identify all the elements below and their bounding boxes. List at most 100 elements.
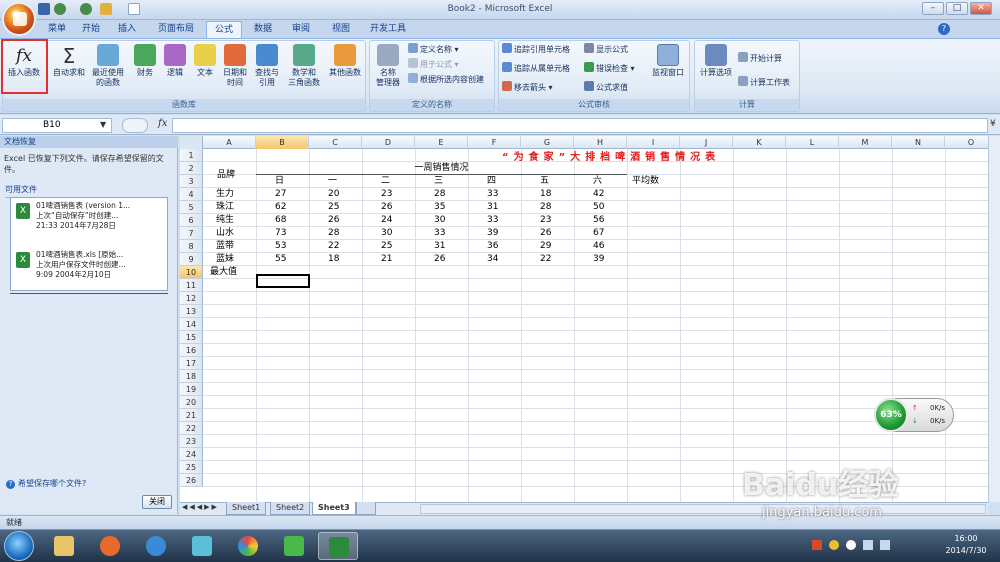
taskbar-clock[interactable]: 16:00 2014/7/30 [936,533,996,557]
recent-functions-button[interactable]: 最近使用 的函数 [88,44,128,100]
cell-layer[interactable]: 1 2 3 4 5 6 7 8 9 10 11 12 13 14 15 16 17 18 19 20 21 22 23 24 2… [180,136,988,502]
cell[interactable]: 39 [577,253,626,266]
cell[interactable]: 五 [524,175,573,188]
start-button[interactable] [4,531,34,561]
cell[interactable]: 28 [524,201,573,214]
insert-sheet-icon[interactable] [356,502,376,515]
row-header[interactable]: 4 [180,188,203,201]
new-icon[interactable] [128,3,140,15]
cell[interactable]: 27 [259,188,308,201]
calc-sheet-button[interactable]: 计算工作表 [738,76,790,89]
cell[interactable]: 62 [259,201,308,214]
cell[interactable]: 26 [418,253,467,266]
show-formulas-button[interactable]: 显示公式 [584,43,628,56]
error-checking-button[interactable]: 错误检查 ▾ [584,62,635,75]
fx-button[interactable]: fx [158,118,167,129]
tray-network-icon[interactable] [862,540,873,550]
pane-close-button[interactable]: 关闭 [142,495,172,509]
row-header[interactable]: 12 [180,292,203,305]
row-header[interactable]: 16 [180,344,203,357]
insert-function-button[interactable]: fx 插入函数 [5,44,43,100]
cell[interactable]: 46 [577,240,626,253]
help-link[interactable]: ? 希望保存哪个文件? [6,478,86,489]
row-header[interactable]: 9 [180,253,203,266]
tab-data[interactable]: 数据 [246,21,280,38]
math-button[interactable]: 数学和 三角函数 [282,44,326,100]
cell[interactable]: 最大值 [206,266,255,279]
taskbar-explorer[interactable] [44,532,84,560]
vertical-scrollbar[interactable] [988,136,1000,502]
minimize-button[interactable]: – [922,2,944,15]
cell[interactable]: 30 [418,214,467,227]
remove-arrows-button[interactable]: 移去箭头 ▾ [502,81,553,94]
taskbar-excel[interactable] [318,532,358,560]
row-header[interactable]: 3 [180,175,203,188]
cell[interactable]: 33 [471,188,520,201]
row-header[interactable]: 14 [180,318,203,331]
row-header[interactable]: 22 [180,422,203,435]
cell[interactable]: 53 [259,240,308,253]
cell[interactable]: 25 [365,240,414,253]
create-from-selection-button[interactable]: 根据所选内容创建 [408,73,484,86]
close-button[interactable]: ✕ [970,2,992,15]
cell[interactable]: 33 [471,214,520,227]
cell[interactable]: 36 [471,240,520,253]
cell[interactable]: 67 [577,227,626,240]
tray-qq-icon[interactable] [828,540,839,550]
trace-dependents-button[interactable]: 追踪从属单元格 [502,62,570,75]
cell[interactable]: 23 [365,188,414,201]
row-header[interactable]: 6 [180,214,203,227]
formula-bar-toggle[interactable] [122,118,148,133]
tray-s-icon[interactable] [812,540,822,550]
formula-input[interactable] [172,118,988,133]
row-header[interactable]: 8 [180,240,203,253]
recovered-file-item[interactable]: X 01啤酒销售表.xls [原始... 上次用户保存文件时创建... 9:09… [14,250,164,286]
cell[interactable]: 50 [577,201,626,214]
row-header[interactable]: 13 [180,305,203,318]
cell[interactable]: 33 [418,227,467,240]
cell[interactable]: 39 [471,227,520,240]
cell[interactable]: 35 [418,201,467,214]
cell[interactable]: 26 [365,201,414,214]
tab-home[interactable]: 开始 [74,21,108,38]
sheet-tab[interactable]: Sheet2 [270,502,311,515]
row-header[interactable]: 18 [180,370,203,383]
cell[interactable]: 55 [259,253,308,266]
taskbar-iqiyi[interactable] [274,532,314,560]
cell[interactable]: 31 [471,201,520,214]
row-header[interactable]: 24 [180,448,203,461]
tab-view[interactable]: 视图 [324,21,358,38]
system-tray[interactable] [812,540,932,554]
office-button[interactable] [2,2,36,36]
evaluate-formula-button[interactable]: 公式求值 [584,81,628,94]
cell[interactable]: 30 [365,227,414,240]
cell[interactable]: 34 [471,253,520,266]
cell[interactable]: 平均数 [630,175,679,188]
row-header[interactable]: 1 [180,149,203,162]
cell[interactable]: 纯生 [206,214,255,227]
cell[interactable]: 28 [312,227,361,240]
selected-cell[interactable] [256,274,310,288]
cell[interactable]: 18 [312,253,361,266]
cell[interactable]: 24 [365,214,414,227]
name-box-dropdown-icon[interactable]: ▼ [100,120,106,129]
tray-volume-icon[interactable] [879,540,890,550]
cell[interactable]: 25 [312,201,361,214]
cell[interactable]: 22 [524,253,573,266]
use-in-formula-button[interactable]: 用于公式 ▾ [408,58,459,71]
tab-menu[interactable]: 菜单 [40,21,74,38]
trace-precedents-button[interactable]: 追踪引用单元格 [502,43,570,56]
cell[interactable]: 珠江 [206,201,255,214]
taskbar-media-player[interactable] [90,532,130,560]
row-header[interactable]: 25 [180,461,203,474]
redo-icon[interactable] [80,3,92,15]
row-header[interactable]: 17 [180,357,203,370]
cell[interactable]: 生力 [206,188,255,201]
row-header[interactable]: 19 [180,383,203,396]
row-header[interactable]: 7 [180,227,203,240]
restore-button[interactable]: □ [946,2,968,15]
row-header[interactable]: 26 [180,474,203,487]
row-header[interactable]: 15 [180,331,203,344]
cell[interactable]: 21 [365,253,414,266]
autosum-button[interactable]: Σ 自动求和 [50,44,88,100]
